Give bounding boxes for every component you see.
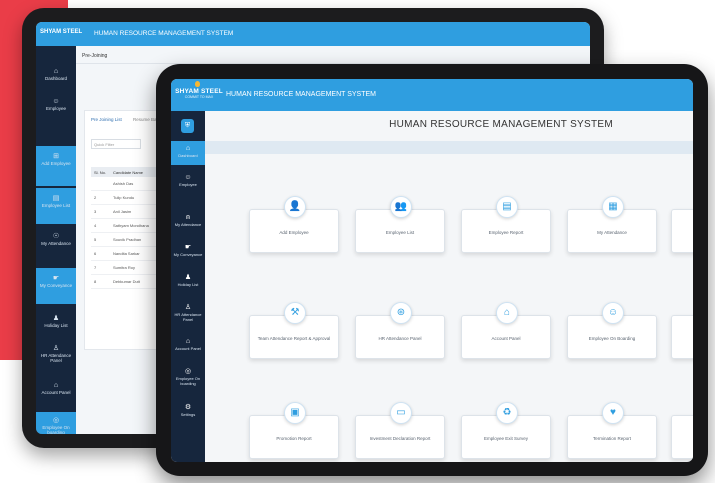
hr-panel-icon: ⊛ [390,302,412,324]
tile-hr-attendance-panel[interactable]: ⊛ HR Attendance Panel [355,302,445,359]
tile-termination-report[interactable]: ♥ Termination Report [567,402,657,459]
tile-employee-report[interactable]: ▤ Employee Report [461,196,551,253]
back-sidebar-item-dashboard[interactable]: ⌂ Dashboard [36,68,76,81]
logo-flame-icon [195,81,200,87]
home-icon: ⌂ [53,68,59,75]
tile-employee-exit-survey[interactable]: ♻ Employee Exit Survey [461,402,551,459]
onboarding-icon: ◎ [52,417,60,424]
employee-icon: ☺ [184,174,192,181]
sidebar-item-holiday-list[interactable]: ♟ Holiday List [171,273,205,287]
add-icon: ⊞ [53,153,59,160]
home-icon: ⌂ [185,145,191,152]
attendance-icon: ⍝ [185,214,191,221]
back-sidebar-item-attendance[interactable]: ☉ My Attendance [36,232,76,246]
sidebar-item-dashboard[interactable]: ⌂ Dashboard [171,141,205,165]
breadcrumb: Pre-Joining [82,53,108,59]
attendance-icon: ☉ [52,233,60,240]
quick-filter-input[interactable]: Quick Filter [91,139,141,149]
calendar-icon: ▦ [602,196,624,218]
back-sidebar: ⌂ Dashboard ☺ Employee ⊞ Add Employee ▤ Empl… [36,46,76,434]
back-header: SHYAM STEEL HUMAN RESOURCE MANAGEMENT SY… [36,22,590,46]
tile-team-attendance[interactable]: ⚒ Team Attendance Report & Approval [249,302,339,359]
tile-partial[interactable] [671,315,693,359]
page-title: HUMAN RESOURCE MANAGEMENT SYSTEM [389,119,613,130]
hr-icon: ♙ [52,345,60,352]
tile-add-employee[interactable]: 👤 Add Employee [249,196,339,253]
tab-prejoining-list[interactable]: Pre Joining List [91,117,122,122]
report-icon: ▤ [496,196,518,218]
front-screen: SHYAM STEEL COMMIT TO MAX HUMAN RESOURCE… [171,79,693,462]
conveyance-icon: ☛ [184,244,192,251]
tile-partial[interactable] [671,209,693,253]
recycle-icon: ♻ [496,402,518,424]
gear-icon: ⚙ [184,404,192,411]
front-header: SHYAM STEEL COMMIT TO MAX HUMAN RESOURCE… [171,79,693,111]
back-app-title: HUMAN RESOURCE MANAGEMENT SYSTEM [94,30,234,37]
onboarding-icon: ◎ [184,368,192,375]
back-sidebar-item-employee-list[interactable]: ▤ Employee List [36,188,76,224]
tile-employee-onboarding[interactable]: ☺ Employee On Boarding [567,302,657,359]
tile-partial[interactable] [671,415,693,459]
tile-account-panel[interactable]: ⌂ Account Panel [461,302,551,359]
back-sidebar-item-holiday[interactable]: ♟ Holiday List [36,314,76,328]
tile-my-attendance[interactable]: ▦ My Attendance [567,196,657,253]
onboarding-icon: ☺ [602,302,624,324]
tile-employee-list[interactable]: 👥 Employee List [355,196,445,253]
conveyance-icon: ☛ [52,275,60,282]
employee-icon: ☺ [52,98,60,105]
back-sidebar-item-onboarding[interactable]: ◎ Employee On boarding [36,412,76,434]
sidebar-item-my-attendance[interactable]: ⍝ My Attendance [171,213,205,227]
sidebar-item-employee-onboarding[interactable]: ◎ Employee On boarding [171,367,205,386]
list-icon: ▤ [52,195,60,202]
app-title: HUMAN RESOURCE MANAGEMENT SYSTEM [226,91,376,98]
heart-icon: ♥ [602,402,624,424]
bank-icon: ⌂ [53,382,59,389]
document-icon: ▣ [284,402,306,424]
user-plus-icon: 👤 [284,196,306,218]
sidebar-item-my-conveyance[interactable]: ☛ My Conveyance [171,243,205,257]
back-sidebar-item-hr-panel[interactable]: ♙ HR Attendance Panel [36,344,76,363]
sidebar-item-employee[interactable]: ☺ Employee [171,173,205,187]
back-sidebar-item-employee[interactable]: ☺ Employee [36,98,76,111]
back-sidebar-item-add-employee[interactable]: ⊞ Add Employee [36,146,76,186]
front-tablet: SHYAM STEEL COMMIT TO MAX HUMAN RESOURCE… [156,64,708,476]
brand-logo: SHYAM STEEL COMMIT TO MAX [175,81,223,99]
holiday-icon: ♟ [184,274,192,281]
sidebar-item-account-panel[interactable]: ⌂ Account Panel [171,337,205,351]
tile-promotion-report[interactable]: ▣ Promotion Report [249,402,339,459]
back-sidebar-item-conveyance[interactable]: ☛ My Conveyance [36,268,76,304]
gavel-icon: ⚒ [284,302,306,324]
back-sidebar-item-account[interactable]: ⌂ Account Panel [36,382,76,395]
group-icon: 👥 [390,196,412,218]
bank-icon: ⌂ [496,302,518,324]
investment-icon: ▭ [390,402,412,424]
hr-icon: ♙ [184,304,192,311]
holiday-icon: ♟ [52,315,60,322]
sidebar-item-hr-attendance-panel[interactable]: ♙ HR Attendance Panel [171,303,205,322]
bank-icon: ⌂ [185,338,191,345]
sidebar-item-settings[interactable]: ⚙ Settings [171,403,205,417]
info-band [205,141,693,154]
shield-icon[interactable]: ⛨ [181,119,194,133]
sidebar: ⛨ ⌂ Dashboard ☺ Employee ⍝ My Attendance ☛ M… [171,111,205,462]
tile-investment-declaration[interactable]: ▭ Investment Declaration Report [355,402,445,459]
back-brand-logo: SHYAM STEEL [40,29,83,35]
product-mockup: SHYAM STEEL HUMAN RESOURCE MANAGEMENT SY… [0,0,715,483]
